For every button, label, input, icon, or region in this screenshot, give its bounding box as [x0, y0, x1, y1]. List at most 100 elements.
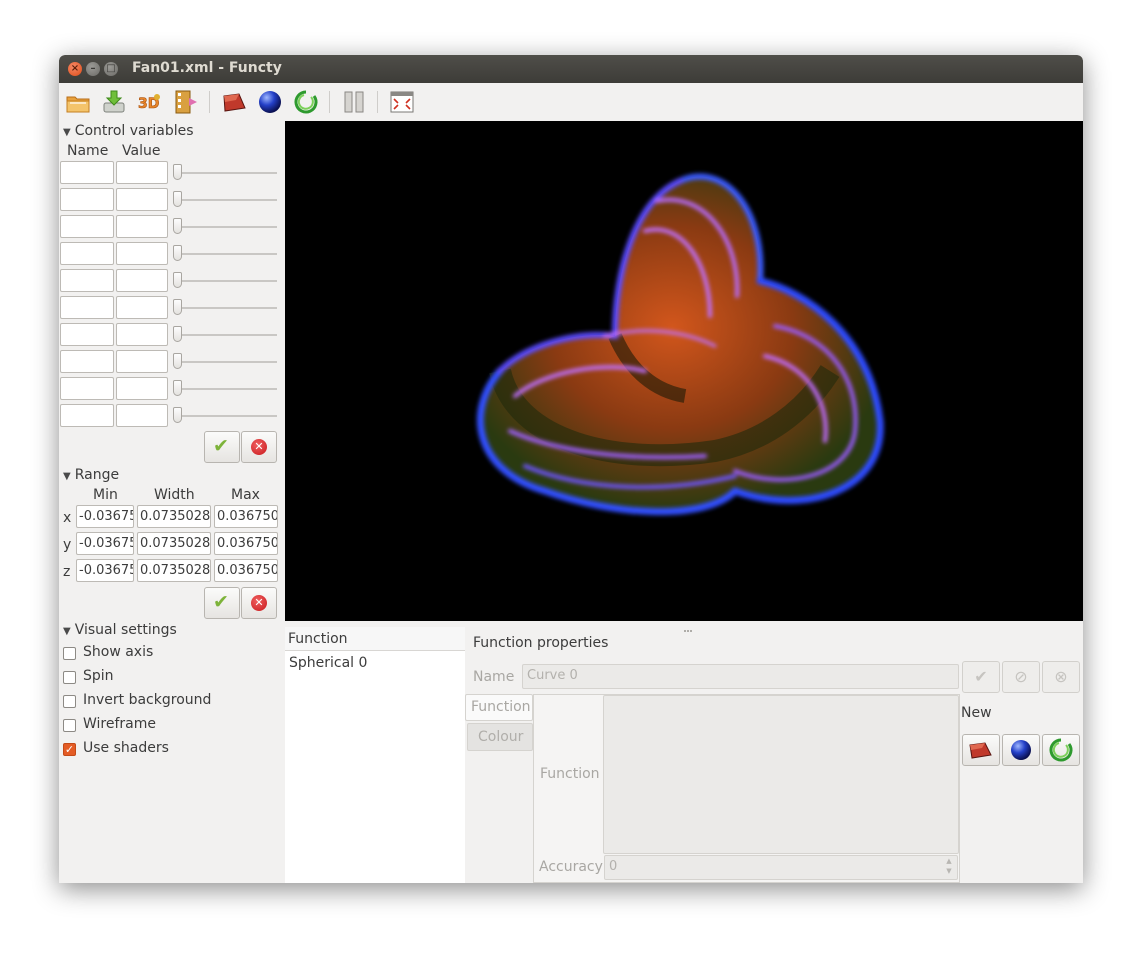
save-icon[interactable] [101, 89, 127, 115]
apply-variables-button[interactable]: ✔ [204, 431, 240, 463]
slider-handle[interactable] [173, 407, 182, 423]
new-curve-icon[interactable] [293, 89, 319, 115]
apply-range-button[interactable]: ✔ [204, 587, 240, 619]
accuracy-spinner[interactable]: 0 [604, 855, 958, 880]
slider-handle[interactable] [173, 245, 182, 261]
new-curve-button[interactable] [1042, 734, 1080, 766]
spin-label[interactable]: Spin [83, 668, 114, 684]
tab-function[interactable]: Function [465, 694, 533, 721]
range-section[interactable]: ▼ Range [63, 467, 119, 483]
control-variable-value-field[interactable] [116, 404, 168, 427]
slider-handle[interactable] [173, 326, 182, 342]
close-window-button[interactable]: × [68, 62, 82, 76]
invert-background-checkbox[interactable] [63, 695, 76, 708]
list-item[interactable]: Spherical 0 [289, 655, 367, 671]
control-variable-value-field[interactable] [116, 242, 168, 265]
control-variable-slider[interactable] [173, 415, 277, 417]
control-variable-name-field[interactable] [60, 242, 114, 265]
apply-function-button[interactable]: ✔ [962, 661, 1000, 693]
control-variable-name-field[interactable] [60, 323, 114, 346]
column-header-value: Value [122, 143, 161, 159]
axis-label-z: z [63, 564, 71, 580]
control-variable-slider[interactable] [173, 361, 277, 363]
control-variable-value-field[interactable] [116, 188, 168, 211]
wireframe-label[interactable]: Wireframe [83, 716, 156, 732]
control-variable-name-field[interactable] [60, 269, 114, 292]
range-z-min-field[interactable]: -0.03675 [76, 559, 134, 582]
slider-handle[interactable] [173, 299, 182, 315]
spinner-arrows-icon[interactable]: ▲ ▼ [943, 856, 955, 878]
slider-handle[interactable] [173, 353, 182, 369]
new-spherical-icon[interactable] [257, 89, 283, 115]
control-variable-value-field[interactable] [116, 323, 168, 346]
range-z-width-field[interactable]: 0.0735028 [137, 559, 211, 582]
range-y-max-field[interactable]: 0.036750 [214, 532, 278, 555]
control-variable-value-field[interactable] [116, 350, 168, 373]
control-variable-slider[interactable] [173, 334, 277, 336]
visual-settings-section[interactable]: ▼ Visual settings [63, 622, 177, 638]
slider-handle[interactable] [173, 380, 182, 396]
range-y-width-field[interactable]: 0.0735028 [137, 532, 211, 555]
maximize-window-button[interactable]: □ [104, 62, 118, 76]
slider-handle[interactable] [173, 272, 182, 288]
export-video-icon[interactable] [173, 89, 199, 115]
invert-background-label[interactable]: Invert background [83, 692, 211, 708]
range-x-width-field[interactable]: 0.0735028 [137, 505, 211, 528]
reset-range-button[interactable]: ✕ [241, 587, 277, 619]
column-header-width: Width [154, 487, 195, 503]
export-3d-icon[interactable]: 3D [137, 89, 163, 115]
minimize-window-button[interactable]: – [86, 62, 100, 76]
spin-checkbox[interactable] [63, 671, 76, 684]
control-variable-name-field[interactable] [60, 296, 114, 319]
3d-viewport[interactable] [285, 121, 1083, 621]
new-cartesian-button[interactable] [962, 734, 1000, 766]
function-text-area[interactable] [603, 695, 959, 854]
splitter-handle[interactable] [683, 621, 693, 632]
slider-handle[interactable] [173, 191, 182, 207]
revert-function-button[interactable]: ⊘ [1002, 661, 1040, 693]
control-variable-name-field[interactable] [60, 350, 114, 373]
control-variable-slider[interactable] [173, 199, 277, 201]
title-bar: × – □ Fan01.xml - Functy [59, 55, 1083, 83]
function-list-header[interactable]: Function [285, 627, 465, 651]
fullscreen-icon[interactable] [389, 89, 415, 115]
name-label: Name [473, 669, 515, 685]
tab-colour[interactable]: Colour [467, 723, 533, 751]
reset-variables-button[interactable]: ✕ [241, 431, 277, 463]
open-folder-icon[interactable] [65, 89, 91, 115]
control-variable-name-field[interactable] [60, 161, 114, 184]
control-variable-slider[interactable] [173, 280, 277, 282]
show-axis-label[interactable]: Show axis [83, 644, 153, 660]
control-variable-name-field[interactable] [60, 404, 114, 427]
control-variable-name-field[interactable] [60, 215, 114, 238]
control-variable-slider[interactable] [173, 388, 277, 390]
control-variable-name-field[interactable] [60, 377, 114, 400]
new-spherical-button[interactable] [1002, 734, 1040, 766]
slider-handle[interactable] [173, 218, 182, 234]
name-field[interactable]: Curve 0 [522, 664, 959, 689]
control-variable-slider[interactable] [173, 226, 277, 228]
wireframe-checkbox[interactable] [63, 719, 76, 732]
control-variable-slider[interactable] [173, 307, 277, 309]
control-variable-value-field[interactable] [116, 377, 168, 400]
use-shaders-checkbox[interactable]: ✓ [63, 743, 76, 756]
control-variable-slider[interactable] [173, 253, 277, 255]
slider-handle[interactable] [173, 164, 182, 180]
control-variables-section[interactable]: ▼ Control variables [63, 123, 194, 139]
use-shaders-label[interactable]: Use shaders [83, 740, 169, 756]
range-y-min-field[interactable]: -0.03675 [76, 532, 134, 555]
range-x-min-field[interactable]: -0.03675 [76, 505, 134, 528]
control-variable-name-field[interactable] [60, 188, 114, 211]
delete-function-button[interactable]: ⊗ [1042, 661, 1080, 693]
control-variable-value-field[interactable] [116, 269, 168, 292]
new-cartesian-icon[interactable] [221, 89, 247, 115]
control-variable-value-field[interactable] [116, 296, 168, 319]
show-axis-checkbox[interactable] [63, 647, 76, 660]
control-variable-value-field[interactable] [116, 161, 168, 184]
range-x-max-field[interactable]: 0.036750 [214, 505, 278, 528]
pause-icon[interactable] [341, 89, 367, 115]
control-variable-slider[interactable] [173, 172, 277, 174]
range-z-max-field[interactable]: 0.036750 [214, 559, 278, 582]
expander-down-icon: ▼ [63, 471, 71, 482]
control-variable-value-field[interactable] [116, 215, 168, 238]
